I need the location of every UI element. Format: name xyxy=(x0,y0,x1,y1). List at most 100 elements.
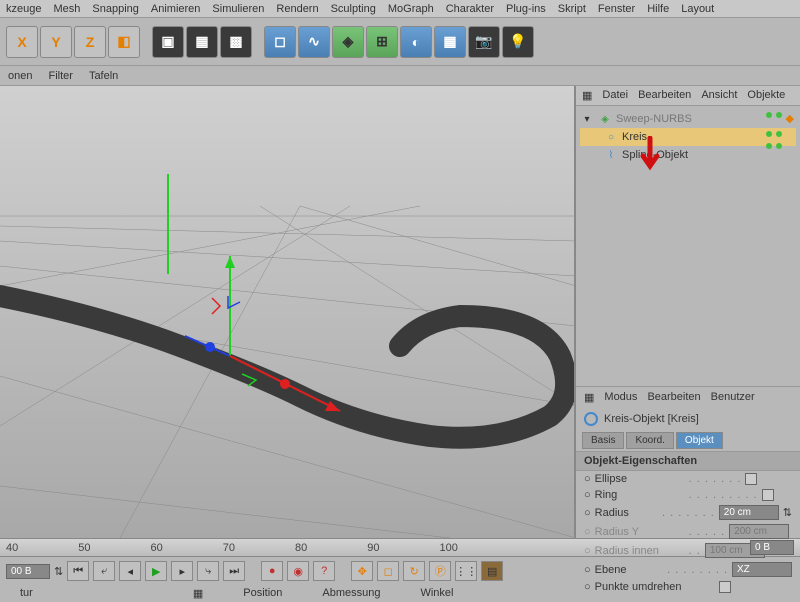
frame-start-input[interactable] xyxy=(750,540,794,555)
deformer-button[interactable]: ◐ xyxy=(400,26,432,58)
menu-window[interactable]: Fenster xyxy=(598,3,635,15)
tree-item-sweep[interactable]: ▾ ◈ Sweep-NURBS xyxy=(580,110,796,128)
prev-frame-button[interactable]: ◂ xyxy=(119,561,141,581)
tree-item-spline[interactable]: ⌇ Spline-Objekt xyxy=(580,146,796,164)
tab-basis[interactable]: Basis xyxy=(582,432,624,449)
menu-layout[interactable]: Layout xyxy=(681,3,714,15)
menu-help[interactable]: Hilfe xyxy=(647,3,669,15)
scale-key-button[interactable]: ◻ xyxy=(377,561,399,581)
view-filter[interactable]: Filter xyxy=(48,70,72,82)
prev-key-button[interactable]: ⤶ xyxy=(93,561,115,581)
attr-user[interactable]: Benutzer xyxy=(711,391,755,404)
ruler-tick: 50 xyxy=(78,542,90,554)
radio-icon[interactable]: ○ xyxy=(584,489,591,501)
axis-x-button[interactable]: X xyxy=(6,26,38,58)
vis-dot-icon[interactable] xyxy=(766,143,772,149)
param-key-button[interactable]: Ⓟ xyxy=(429,561,451,581)
ebene-select[interactable] xyxy=(732,562,792,577)
nurbs-button[interactable]: ◈ xyxy=(332,26,364,58)
section-title: Objekt-Eigenschaften xyxy=(576,451,800,471)
pla-key-button[interactable]: ⋮⋮ xyxy=(455,561,477,581)
array-button[interactable]: ⊞ xyxy=(366,26,398,58)
tab-koord[interactable]: Koord. xyxy=(626,432,673,449)
vis-dot-icon[interactable] xyxy=(776,131,782,137)
axis-z-button[interactable]: Z xyxy=(74,26,106,58)
radius-input[interactable] xyxy=(719,505,779,520)
view-panels[interactable]: Tafeln xyxy=(89,70,118,82)
om-view[interactable]: Ansicht xyxy=(701,89,737,102)
move-key-button[interactable]: ✥ xyxy=(351,561,373,581)
autokey-button[interactable]: ◉ xyxy=(287,561,309,581)
radio-icon[interactable]: ○ xyxy=(584,581,591,593)
om-icon: ▦ xyxy=(582,89,592,102)
menu-sculpting[interactable]: Sculpting xyxy=(331,3,376,15)
render-picture-button[interactable]: ▩ xyxy=(220,26,252,58)
vis-dot-icon[interactable] xyxy=(766,112,772,118)
stepper-icon[interactable]: ⇅ xyxy=(54,565,63,578)
stepper-icon[interactable]: ⇅ xyxy=(783,506,792,519)
ring-checkbox[interactable] xyxy=(762,489,774,501)
tree-label: Sweep-NURBS xyxy=(616,113,692,125)
next-key-button[interactable]: ⤷ xyxy=(197,561,219,581)
radio-icon[interactable]: ○ xyxy=(584,473,591,485)
vis-dot-icon[interactable] xyxy=(776,112,782,118)
reverse-checkbox[interactable] xyxy=(719,581,731,593)
om-edit[interactable]: Bearbeiten xyxy=(638,89,691,102)
record-button[interactable]: ● xyxy=(261,561,283,581)
menu-plugins[interactable]: Plug-ins xyxy=(506,3,546,15)
sweep-icon: ◈ xyxy=(598,112,612,126)
prop-ebene: ○ Ebene . . . . . . . . xyxy=(576,560,800,579)
viewport-menu: onen Filter Tafeln xyxy=(0,66,800,86)
menu-mesh[interactable]: Mesh xyxy=(53,3,80,15)
keyframe-button[interactable]: ? xyxy=(313,561,335,581)
play-button[interactable]: ▶ xyxy=(145,561,167,581)
3d-viewport[interactable] xyxy=(0,86,576,538)
view-options[interactable]: onen xyxy=(8,70,32,82)
menu-character[interactable]: Charakter xyxy=(446,3,494,15)
film-icon[interactable]: ▤ xyxy=(481,561,503,581)
render-region-button[interactable]: ▦ xyxy=(186,26,218,58)
tree-item-kreis[interactable]: ○ Kreis xyxy=(580,128,796,146)
radio-icon[interactable]: ○ xyxy=(584,507,591,519)
spline-button[interactable]: ∿ xyxy=(298,26,330,58)
attr-mode[interactable]: Modus xyxy=(604,391,637,404)
object-tree[interactable]: ▾ ◈ Sweep-NURBS ○ Kreis ⌇ Spline-Objekt … xyxy=(576,106,800,386)
light-button[interactable]: 💡 xyxy=(502,26,534,58)
main-toolbar: X Y Z ◧ ▣ ▦ ▩ ◻ ∿ ◈ ⊞ ◐ ▦ 📷 💡 xyxy=(0,18,800,66)
attribute-object-title: Kreis-Objekt [Kreis] xyxy=(576,408,800,430)
menu-script[interactable]: Skript xyxy=(558,3,586,15)
attr-edit[interactable]: Bearbeiten xyxy=(647,391,700,404)
next-frame-button[interactable]: ▸ xyxy=(171,561,193,581)
cube-primitive-button[interactable]: ◻ xyxy=(264,26,296,58)
radiusy-input xyxy=(729,524,789,539)
menu-mograph[interactable]: MoGraph xyxy=(388,3,434,15)
om-objects[interactable]: Objekte xyxy=(747,89,785,102)
object-manager-panel: ▦ Datei Bearbeiten Ansicht Objekte ▾ ◈ S… xyxy=(576,86,800,538)
menu-animate[interactable]: Animieren xyxy=(151,3,201,15)
coord-system-button[interactable]: ◧ xyxy=(108,26,140,58)
main-menu-bar: kzeuge Mesh Snapping Animieren Simuliere… xyxy=(0,0,800,18)
expand-icon[interactable]: ▾ xyxy=(580,112,594,126)
tag-icon[interactable]: ◆ xyxy=(786,112,794,125)
radio-icon[interactable]: ○ xyxy=(584,564,591,576)
vis-dot-icon[interactable] xyxy=(766,131,772,137)
menu-tools[interactable]: kzeuge xyxy=(6,3,41,15)
environment-button[interactable]: ▦ xyxy=(434,26,466,58)
prop-radius: ○ Radius . . . . . . . ⇅ xyxy=(576,503,800,522)
om-file[interactable]: Datei xyxy=(602,89,628,102)
render-view-button[interactable]: ▣ xyxy=(152,26,184,58)
camera-button[interactable]: 📷 xyxy=(468,26,500,58)
vis-dot-icon[interactable] xyxy=(776,143,782,149)
axis-y-button[interactable]: Y xyxy=(40,26,72,58)
menu-render[interactable]: Rendern xyxy=(276,3,318,15)
menu-snapping[interactable]: Snapping xyxy=(92,3,139,15)
menu-simulate[interactable]: Simulieren xyxy=(212,3,264,15)
tab-objekt[interactable]: Objekt xyxy=(676,432,723,449)
rotate-key-button[interactable]: ↻ xyxy=(403,561,425,581)
prop-label: Ring xyxy=(595,489,685,501)
ellipse-checkbox[interactable] xyxy=(745,473,757,485)
coord-position-label: Position xyxy=(243,587,282,600)
goto-end-button[interactable]: ⏭ xyxy=(223,561,245,581)
current-frame-input[interactable] xyxy=(6,564,50,579)
goto-start-button[interactable]: ⏮ xyxy=(67,561,89,581)
